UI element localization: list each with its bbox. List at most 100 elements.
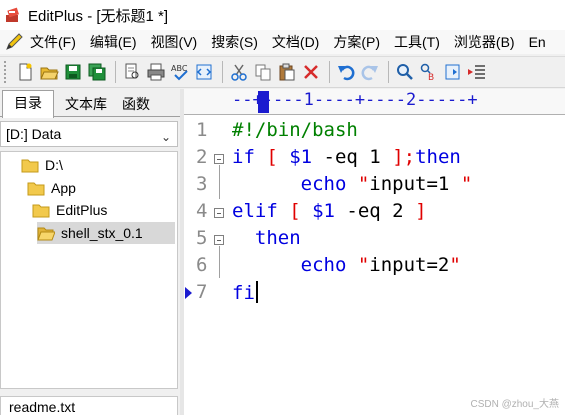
toolbar-separator	[329, 61, 330, 83]
code-token: "	[357, 254, 370, 276]
find-icon[interactable]	[394, 61, 416, 83]
tree-item-label: App	[51, 180, 76, 196]
open-folder-icon	[37, 225, 56, 241]
spell-check-icon[interactable]: ABC	[169, 61, 191, 83]
menu-browser[interactable]: 浏览器(B)	[454, 32, 515, 52]
fold-guide	[219, 246, 220, 278]
code-token: elif	[232, 200, 290, 222]
cut-icon[interactable]	[228, 61, 250, 83]
code-token: ]	[415, 200, 427, 222]
fold-toggle[interactable]	[214, 235, 224, 245]
toolbar-separator	[388, 61, 389, 83]
code-token: echo	[300, 173, 358, 195]
code-token: #!/bin/bash	[232, 119, 358, 141]
menu-file[interactable]: 文件(F)	[30, 32, 76, 52]
code-line-5[interactable]: then	[232, 227, 301, 249]
code-token: then	[415, 146, 461, 168]
tab-directory[interactable]: 目录	[2, 90, 54, 118]
title-bar: EditPlus - [无标题1 *]	[0, 0, 565, 30]
print-preview-icon[interactable]	[121, 61, 143, 83]
editplus-app-icon[interactable]	[4, 6, 22, 24]
watermark: CSDN @zhou_大燕	[470, 399, 559, 410]
fold-toggle[interactable]	[214, 208, 224, 218]
code-line-7[interactable]: fi	[232, 281, 258, 304]
folder-icon	[32, 202, 50, 218]
code-token: if	[232, 146, 267, 168]
line-number: 2	[196, 146, 208, 168]
copy-icon[interactable]	[252, 61, 274, 83]
code-line-2[interactable]: if [ $1 -eq 1 ];then	[232, 146, 461, 168]
code-token: "	[449, 254, 461, 276]
tree-item-label: D:\	[45, 157, 63, 173]
editor-pane[interactable]: --+----1----+----2-----+ 1 2 3 4 5 6 7 #…	[184, 89, 565, 415]
function-list-icon[interactable]	[442, 61, 464, 83]
line-number: 3	[196, 173, 208, 195]
code-line-6[interactable]: echo "input=2"	[232, 254, 461, 276]
delete-icon[interactable]	[300, 61, 322, 83]
line-number: 4	[196, 200, 208, 222]
open-folder-icon[interactable]	[38, 61, 60, 83]
file-list-item[interactable]: readme.txt	[0, 396, 178, 415]
menu-overflow[interactable]: En	[529, 34, 546, 50]
code-token: "	[460, 173, 473, 195]
code-line-4[interactable]: elif [ $1 -eq 2 ]	[232, 200, 427, 222]
menu-tools[interactable]: 工具(T)	[394, 32, 440, 52]
paste-icon[interactable]	[276, 61, 298, 83]
drive-select[interactable]: [D:] Data ⌄	[0, 121, 178, 147]
tab-text-library[interactable]: 文本库	[58, 92, 114, 117]
fold-toggle[interactable]	[214, 154, 224, 164]
directory-tree[interactable]: D:\ App EditPlus shell_stx_0.1	[0, 151, 178, 389]
browser-icon[interactable]	[193, 61, 215, 83]
ruler-cursor-marker	[258, 91, 269, 113]
replace-icon[interactable]: B	[418, 61, 440, 83]
code-token: input=2	[369, 254, 450, 276]
new-file-icon[interactable]	[14, 61, 36, 83]
code-token: fi	[232, 282, 255, 304]
current-line-arrow-icon	[185, 287, 192, 299]
code-token: $1	[312, 200, 347, 222]
directory-panel: 目录 文本库 函数 [D:] Data ⌄ D:\ App EditPlus s…	[0, 89, 180, 415]
tab-functions[interactable]: 函数	[116, 92, 156, 117]
code-line-1[interactable]: #!/bin/bash	[232, 119, 358, 141]
redo-icon[interactable]	[359, 61, 381, 83]
save-all-icon[interactable]	[86, 61, 108, 83]
column-ruler: --+----1----+----2-----+	[184, 89, 565, 115]
tree-item-d-root[interactable]: D:\	[21, 154, 63, 176]
pencil-icon[interactable]	[4, 32, 26, 52]
code-token: $1	[289, 146, 324, 168]
menu-search[interactable]: 搜索(S)	[211, 32, 258, 52]
print-icon[interactable]	[145, 61, 167, 83]
undo-icon[interactable]	[335, 61, 357, 83]
code-token: "	[357, 173, 370, 195]
chevron-down-icon[interactable]: ⌄	[161, 125, 171, 149]
tree-item-editplus[interactable]: EditPlus	[32, 199, 107, 221]
code-token: -eq 1	[323, 146, 393, 168]
tree-item-shell-stx[interactable]: shell_stx_0.1	[37, 222, 175, 244]
editplus-window: EditPlus - [无标题1 *] 文件(F) 编辑(E) 视图(V) 搜索…	[0, 0, 565, 415]
menu-project[interactable]: 方案(P)	[333, 32, 380, 52]
line-number: 6	[196, 254, 208, 276]
code-token: then	[232, 227, 301, 249]
window-title: EditPlus - [无标题1 *]	[28, 7, 169, 25]
code-token: [	[289, 200, 313, 222]
tree-item-label: shell_stx_0.1	[61, 225, 143, 241]
menu-bar: 文件(F) 编辑(E) 视图(V) 搜索(S) 文档(D) 方案(P) 工具(T…	[0, 30, 565, 54]
menu-view[interactable]: 视图(V)	[151, 32, 198, 52]
folder-icon	[21, 157, 39, 173]
sidebar-tabs: 目录 文本库 函数	[0, 89, 180, 118]
menu-edit[interactable]: 编辑(E)	[90, 32, 137, 52]
line-number: 1	[196, 119, 208, 141]
tree-item-app[interactable]: App	[27, 177, 76, 199]
menu-document[interactable]: 文档(D)	[272, 32, 319, 52]
code-line-3[interactable]: echo "input=1 "	[232, 173, 473, 195]
folder-icon	[27, 180, 45, 196]
drive-select-value: [D:] Data	[6, 126, 62, 142]
toolbar-separator	[222, 61, 223, 83]
code-token: input=1	[369, 173, 461, 195]
svg-text:B: B	[428, 73, 434, 82]
indent-icon[interactable]	[466, 61, 488, 83]
toolbar-separator	[115, 61, 116, 83]
save-icon[interactable]	[62, 61, 84, 83]
toolbar-grip[interactable]	[4, 61, 8, 83]
